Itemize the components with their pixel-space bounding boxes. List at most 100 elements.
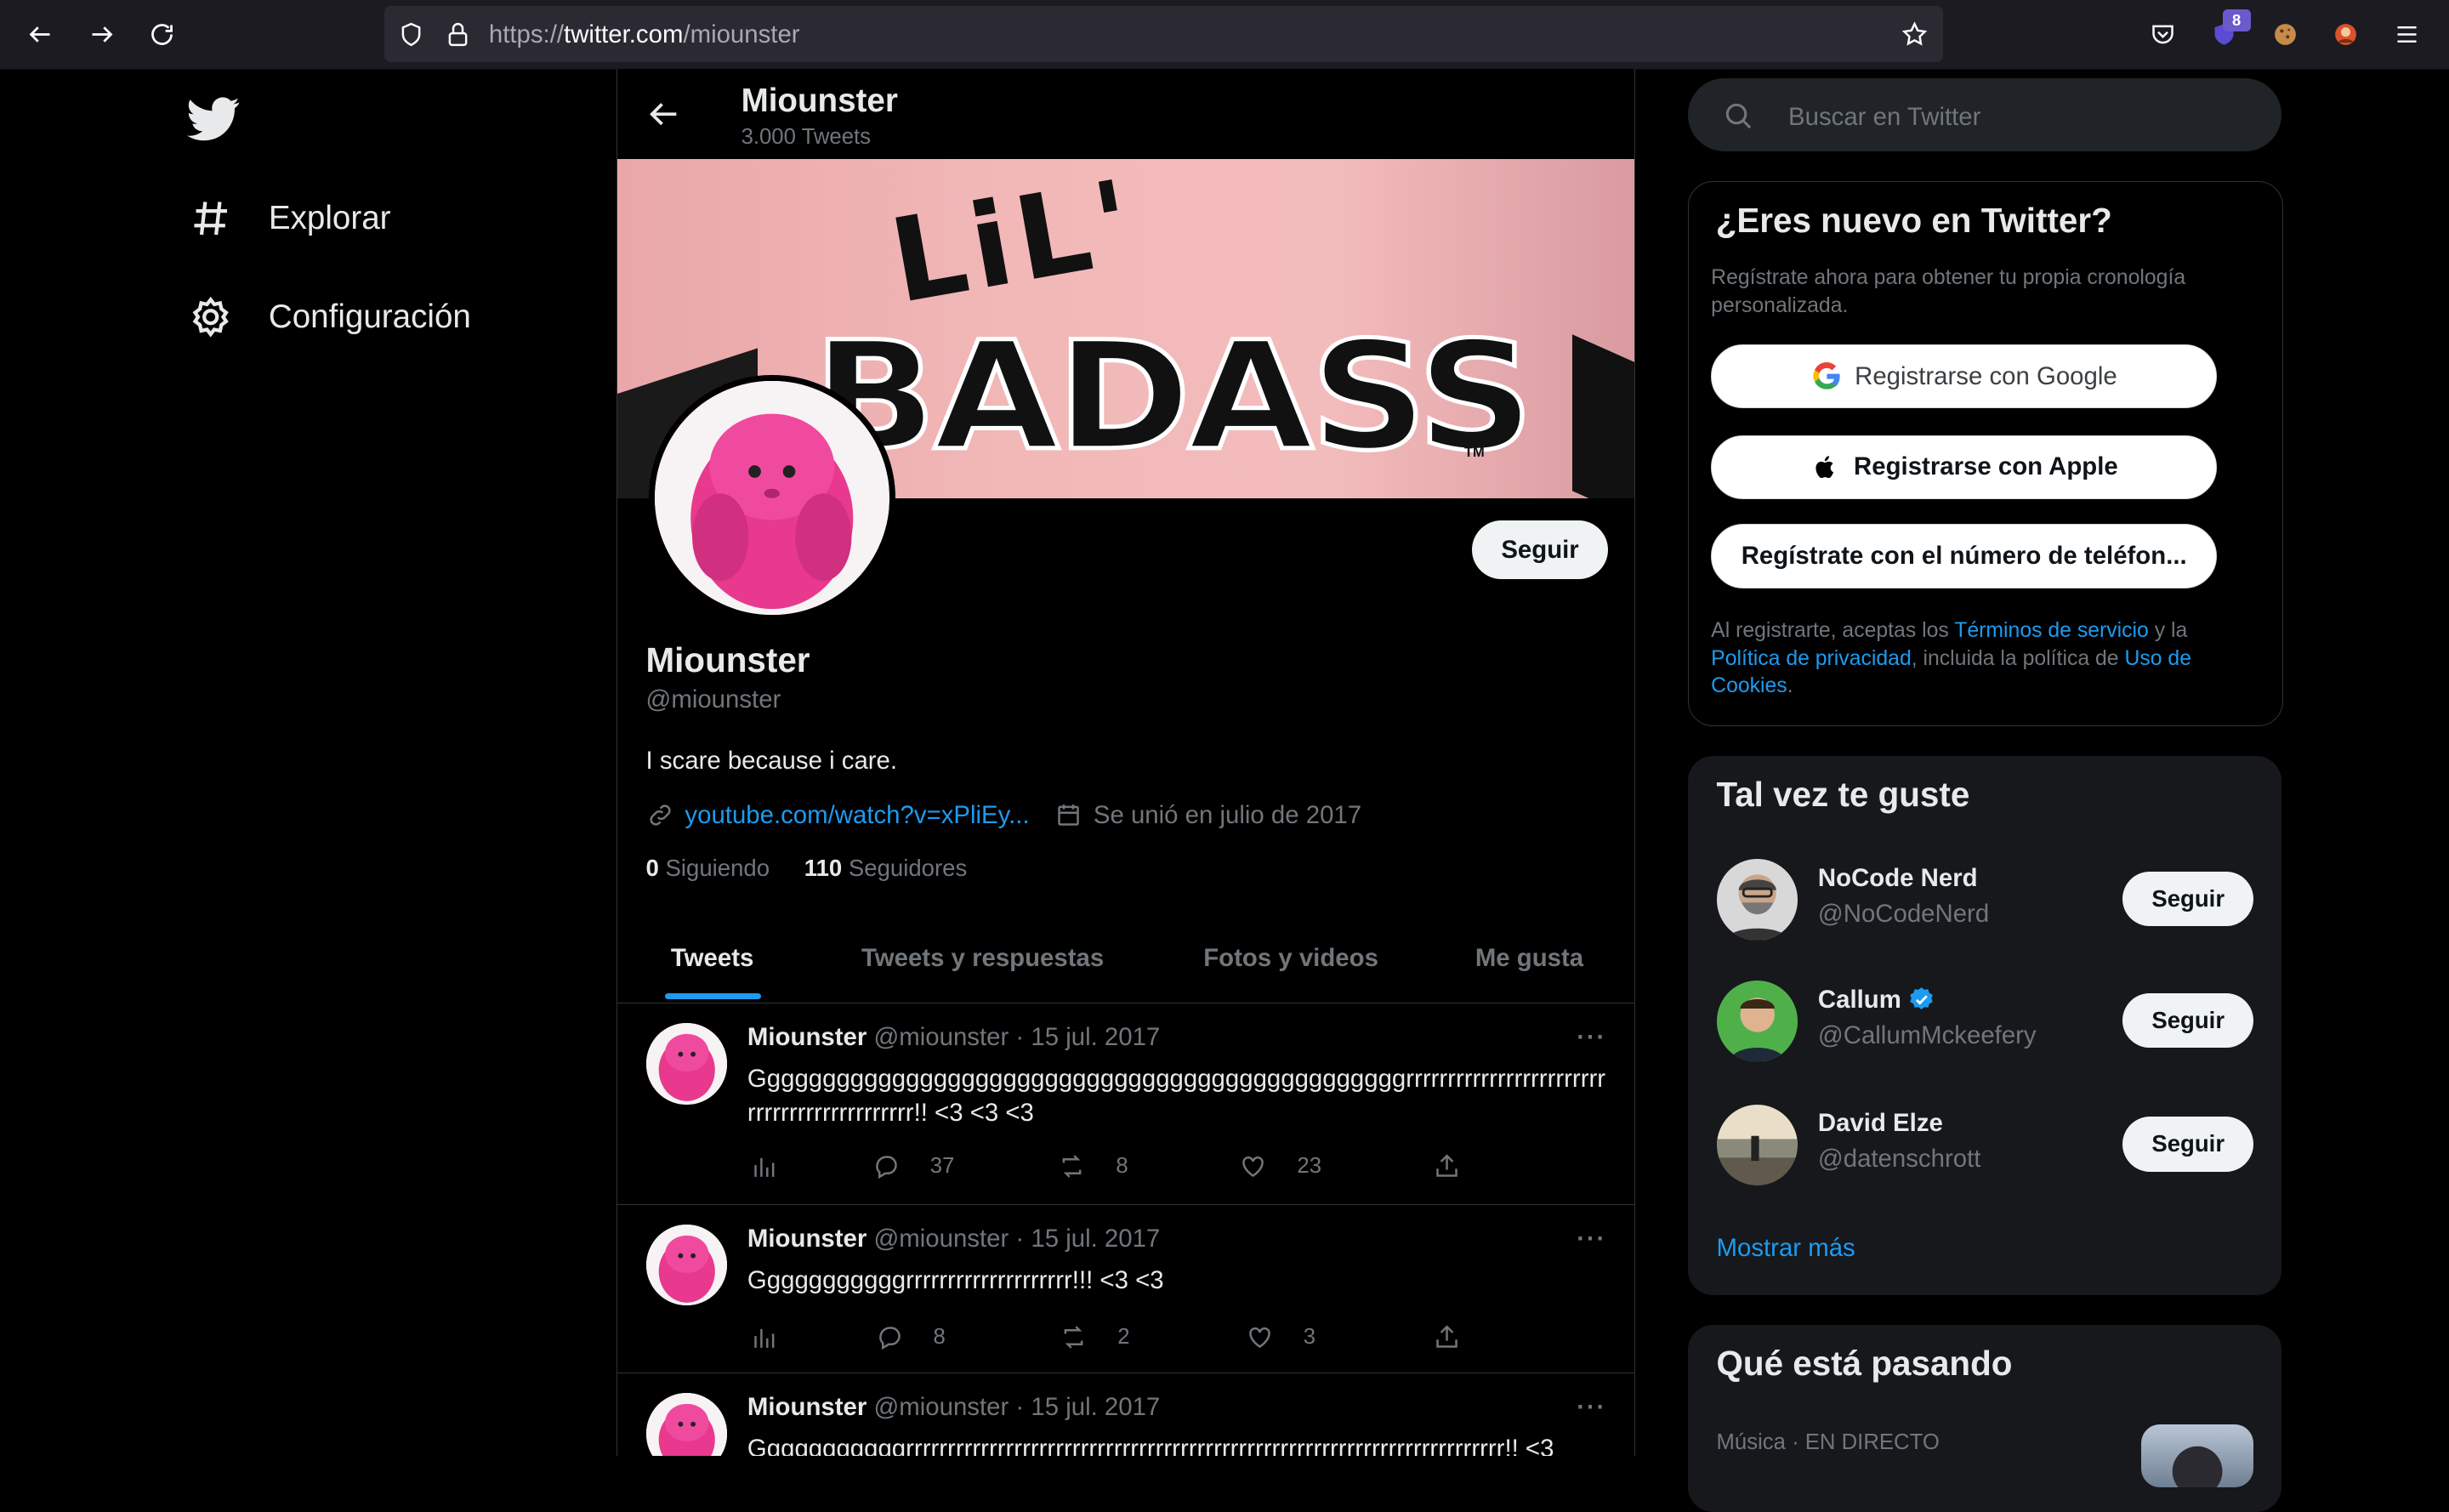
nav-configuracion[interactable]: Configuración: [187, 286, 471, 348]
tweet-header: Miounster @miounster · 15 jul. 2017: [747, 1393, 1160, 1422]
tweet-avatar[interactable]: [645, 1393, 728, 1456]
bookmark-star-icon[interactable]: [1901, 20, 1929, 48]
reply-count: 37: [929, 1154, 955, 1179]
tweet-actions: 8 2 3: [751, 1320, 1485, 1354]
nav-explorar[interactable]: Explorar: [187, 187, 390, 249]
tweet-author-handle: @miounster: [873, 1023, 1009, 1052]
follow-button[interactable]: Seguir: [1472, 520, 1608, 580]
profile-extension-icon[interactable]: [2329, 17, 2363, 51]
reply-count: 8: [933, 1324, 946, 1349]
who-to-follow-title: Tal vez te guste: [1716, 774, 1970, 814]
suggestion-avatar[interactable]: [1716, 859, 1798, 941]
suggestion-follow-button[interactable]: Seguir: [2122, 1117, 2254, 1172]
heart-icon: [1249, 1327, 1270, 1348]
back-arrow-icon[interactable]: [646, 97, 680, 131]
trend-meta[interactable]: Música · EN DIRECTO: [1717, 1430, 1940, 1455]
more-options-icon[interactable]: ···: [1577, 1393, 1606, 1422]
share-button[interactable]: [1433, 1152, 1461, 1180]
profile-website-link[interactable]: youtube.com/watch?v=xPliEy...: [685, 801, 1029, 830]
tab-tweets[interactable]: Tweets: [671, 913, 753, 1003]
tweet-date[interactable]: · 15 jul. 2017: [1015, 1393, 1160, 1421]
share-icon: [1436, 1325, 1457, 1348]
suggestion-follow-button[interactable]: Seguir: [2122, 871, 2254, 927]
more-options-icon[interactable]: ···: [1577, 1225, 1606, 1253]
terms-link[interactable]: Términos de servicio: [1954, 619, 2149, 642]
suggestion-name[interactable]: David Elze: [1818, 1109, 1943, 1138]
more-options-icon[interactable]: ···: [1577, 1023, 1606, 1052]
tweet-author-name[interactable]: Miounster: [747, 1023, 867, 1051]
pocket-icon[interactable]: [2146, 17, 2180, 51]
tweet-avatar[interactable]: [645, 1224, 728, 1306]
signup-google-button[interactable]: Registrarse con Google: [1711, 344, 2218, 409]
reply-button[interactable]: 8: [876, 1323, 946, 1351]
profile-tabs: Tweets Tweets y respuestas Fotos y video…: [617, 913, 1635, 1004]
analytics-icon: [753, 1328, 774, 1348]
reply-button[interactable]: 37: [872, 1152, 955, 1180]
tab-tweets-y-respuestas[interactable]: Tweets y respuestas: [861, 913, 1104, 1003]
forward-button[interactable]: [82, 15, 120, 53]
lock-icon[interactable]: [444, 20, 472, 48]
search-input[interactable]: [1785, 96, 2260, 138]
show-more-link[interactable]: Mostrar más: [1717, 1234, 1855, 1263]
tweet-date[interactable]: · 15 jul. 2017: [1015, 1023, 1160, 1051]
tweet-date[interactable]: · 15 jul. 2017: [1015, 1225, 1160, 1253]
analytics-button[interactable]: [751, 1152, 779, 1180]
heart-icon: [1242, 1157, 1264, 1178]
reload-button[interactable]: [144, 15, 181, 53]
link-icon: [646, 801, 674, 829]
suggestion-avatar[interactable]: [1716, 981, 1798, 1062]
profile-stats: 0 Siguiendo 110 Seguidores: [646, 855, 968, 882]
pink-monster-avatar-icon: [655, 380, 889, 616]
search-box[interactable]: [1688, 77, 2282, 152]
header-tweet-count: 3.000 Tweets: [741, 124, 872, 149]
signup-phone-button[interactable]: Regístrate con el número de teléfon...: [1711, 524, 2218, 588]
url-bar[interactable]: https://twitter.com/miounster: [384, 6, 1943, 63]
suggestion-name[interactable]: Callum: [1818, 986, 1935, 1015]
calendar-icon: [1054, 801, 1082, 829]
share-button[interactable]: [1433, 1323, 1461, 1351]
back-button[interactable]: [22, 15, 60, 53]
tweet-author-name[interactable]: Miounster: [747, 1225, 867, 1253]
header-profile-name: Miounster: [741, 82, 898, 120]
like-count: 23: [1297, 1154, 1321, 1179]
nav-configuracion-label: Configuración: [268, 298, 471, 335]
trends-title: Qué está pasando: [1716, 1343, 2013, 1383]
signup-google-label: Registrarse con Google: [1855, 361, 2117, 390]
signup-apple-label: Registrarse con Apple: [1854, 452, 2118, 481]
like-button[interactable]: 23: [1239, 1152, 1321, 1180]
apple-icon: [1810, 452, 1842, 483]
suggestion-item[interactable]: David Elze @datenschrott Seguir: [1688, 1098, 2281, 1191]
retweet-button[interactable]: 8: [1058, 1152, 1128, 1180]
profile-avatar[interactable]: [649, 374, 895, 622]
suggestion-item[interactable]: NoCode Nerd @NoCodeNerd Seguir: [1688, 853, 2281, 946]
arrow-left-icon: [29, 26, 50, 43]
like-button[interactable]: 3: [1246, 1323, 1315, 1351]
tab-me-gusta[interactable]: Me gusta: [1475, 913, 1583, 1003]
url-text[interactable]: https://twitter.com/miounster: [489, 20, 800, 49]
privacy-link[interactable]: Política de privacidad: [1711, 647, 1912, 670]
tab-fotos-y-videos[interactable]: Fotos y videos: [1203, 913, 1378, 1003]
profile-header-bar: Miounster 3.000 Tweets: [617, 68, 1635, 160]
retweet-button[interactable]: 2: [1060, 1323, 1129, 1351]
tweet-author-handle: @miounster: [873, 1393, 1009, 1422]
tweet-author-name[interactable]: Miounster: [747, 1393, 867, 1421]
following-stat[interactable]: 0 Siguiendo: [646, 855, 770, 881]
twitter-logo-icon[interactable]: [187, 91, 240, 144]
analytics-button[interactable]: [751, 1323, 779, 1351]
suggestion-follow-button[interactable]: Seguir: [2122, 993, 2254, 1049]
suggestion-name[interactable]: NoCode Nerd: [1818, 864, 1978, 893]
suggestion-item[interactable]: Callum @CallumMckeefery Seguir: [1688, 975, 2281, 1068]
menu-icon[interactable]: [2389, 17, 2423, 51]
followers-stat[interactable]: 110 Seguidores: [804, 855, 967, 881]
retweet-icon: [1063, 1155, 1082, 1179]
tweet-text: Gggggggggggrrrrrrrrrrrrrrrrrrrr!!! <3 <3: [747, 1265, 1164, 1294]
shield-icon[interactable]: [397, 20, 425, 48]
tweet-avatar[interactable]: [645, 1023, 728, 1105]
signup-apple-button[interactable]: Registrarse con Apple: [1711, 435, 2218, 499]
suggestion-avatar[interactable]: [1716, 1104, 1798, 1186]
cookie-extension-icon[interactable]: [2268, 17, 2302, 51]
tweet-header: Miounster @miounster · 15 jul. 2017: [747, 1023, 1160, 1052]
tweet[interactable]: Miounster @miounster · 15 jul. 2017 ··· …: [617, 1206, 1635, 1374]
tweet[interactable]: Miounster @miounster · 15 jul. 2017 ··· …: [617, 1374, 1634, 1456]
tweet[interactable]: Miounster @miounster · 15 jul. 2017 ··· …: [617, 1004, 1635, 1206]
